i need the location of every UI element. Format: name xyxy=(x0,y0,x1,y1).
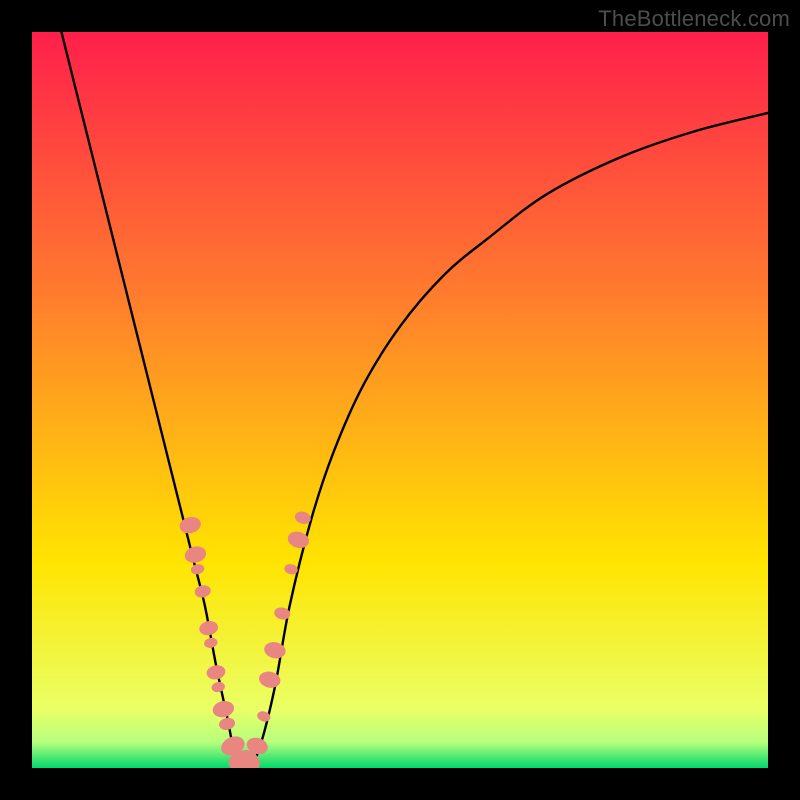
watermark-text: TheBottleneck.com xyxy=(598,6,790,32)
plot-area xyxy=(32,32,768,768)
chart-svg xyxy=(32,32,768,768)
chart-frame: TheBottleneck.com xyxy=(0,0,800,800)
